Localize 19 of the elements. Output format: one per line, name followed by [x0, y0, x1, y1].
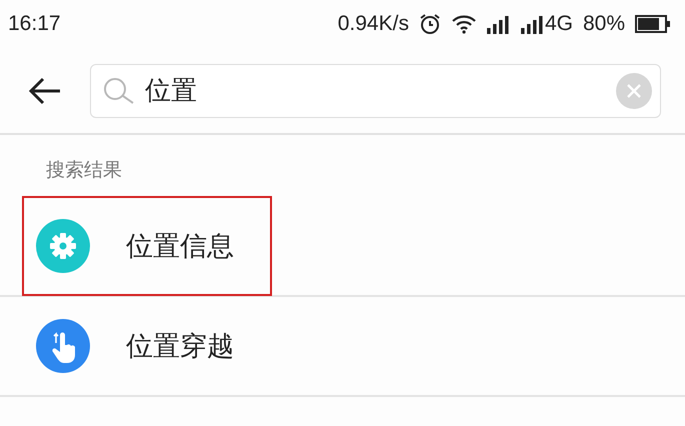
result-item[interactable]: 位置穿越 — [22, 296, 272, 396]
search-icon — [103, 76, 135, 104]
signal-icon — [486, 14, 511, 34]
alarm-icon — [418, 13, 441, 35]
clock-time: 16:17 — [8, 12, 62, 36]
search-field[interactable]: 位置 — [90, 64, 661, 118]
close-icon — [626, 82, 642, 98]
highlighted-result-item[interactable]: 位置信息 — [22, 196, 272, 296]
search-input[interactable]: 位置 — [145, 73, 606, 108]
network-type: 4G — [544, 12, 573, 36]
battery-percent: 80% — [582, 12, 625, 36]
signal-icon — [520, 14, 545, 34]
battery-icon — [635, 15, 671, 33]
section-title: 搜索结果 — [45, 158, 123, 183]
network-speed: 0.94K/s — [338, 12, 409, 36]
wifi-icon — [450, 14, 477, 34]
result-label: 位置信息 — [126, 230, 234, 264]
back-arrow-icon[interactable] — [28, 76, 62, 104]
result-label: 位置穿越 — [126, 330, 234, 364]
